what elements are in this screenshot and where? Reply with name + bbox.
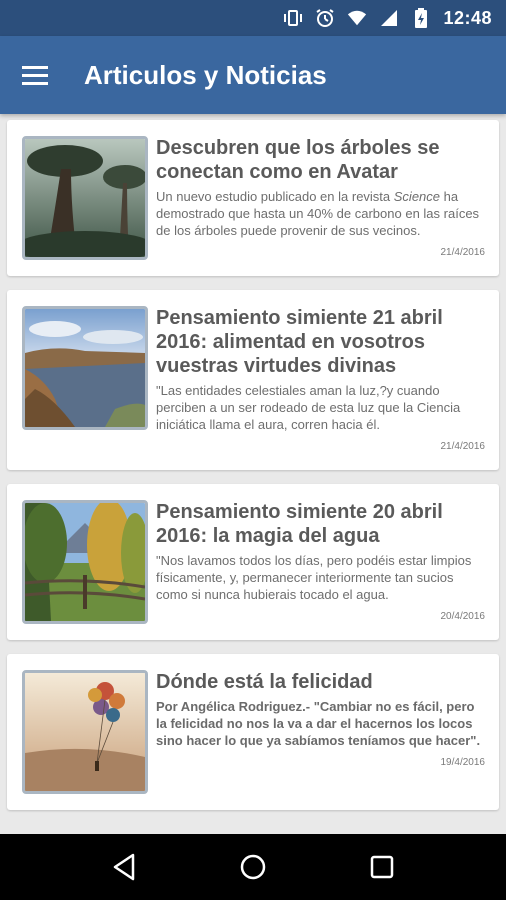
clock-time: 12:48 xyxy=(443,7,492,28)
article-date: 20/4/2016 xyxy=(440,611,486,622)
article-card[interactable]: Descubren que los árboles se conectan co… xyxy=(7,120,499,276)
article-title[interactable]: Descubren que los árboles se conectan co… xyxy=(156,136,485,184)
system-nav-bar xyxy=(0,834,506,900)
alarm-icon xyxy=(315,8,335,28)
signal-icon xyxy=(379,8,399,28)
recents-square-icon xyxy=(370,855,393,879)
status-bar: 12:48 xyxy=(0,0,506,36)
article-summary: "Nos lavamos todos los días, pero podéis… xyxy=(156,553,472,602)
wifi-icon xyxy=(347,8,367,28)
home-button[interactable] xyxy=(233,847,273,887)
menu-button[interactable] xyxy=(0,36,70,114)
back-button[interactable] xyxy=(104,847,144,887)
article-date: 21/4/2016 xyxy=(440,441,486,452)
article-card[interactable]: Pensamiento simiente 21 abril 2016: alim… xyxy=(7,290,499,470)
back-triangle-icon xyxy=(114,853,135,881)
home-circle-icon xyxy=(240,854,266,880)
article-summary: "Las entidades celestiales aman la luz,?… xyxy=(156,383,461,432)
article-date: 21/4/2016 xyxy=(440,247,486,258)
hamburger-menu-icon xyxy=(22,66,48,85)
article-title[interactable]: Pensamiento simiente 20 abril 2016: la m… xyxy=(156,500,485,548)
article-title[interactable]: Pensamiento simiente 21 abril 2016: alim… xyxy=(156,306,485,378)
article-thumbnail xyxy=(22,500,148,624)
article-summary: Por Angélica Rodriguez.- "Cambiar no es … xyxy=(156,699,481,748)
vibrate-icon xyxy=(283,8,303,28)
article-list[interactable]: Descubren que los árboles se conectan co… xyxy=(0,114,506,834)
app-bar: Articulos y Noticias xyxy=(0,36,506,114)
recents-button[interactable] xyxy=(362,847,402,887)
battery-charging-icon xyxy=(411,8,431,28)
article-thumbnail xyxy=(22,136,148,260)
article-title[interactable]: Dónde está la felicidad xyxy=(156,670,485,694)
article-thumbnail xyxy=(22,670,148,794)
article-date: 19/4/2016 xyxy=(440,757,486,768)
article-card[interactable]: Pensamiento simiente 20 abril 2016: la m… xyxy=(7,484,499,640)
article-card[interactable]: Dónde está la felicidad Por Angélica Rod… xyxy=(7,654,499,810)
article-thumbnail xyxy=(22,306,148,430)
app-title: Articulos y Noticias xyxy=(84,59,327,90)
article-summary: Un nuevo estudio publicado en la revista… xyxy=(156,189,480,238)
